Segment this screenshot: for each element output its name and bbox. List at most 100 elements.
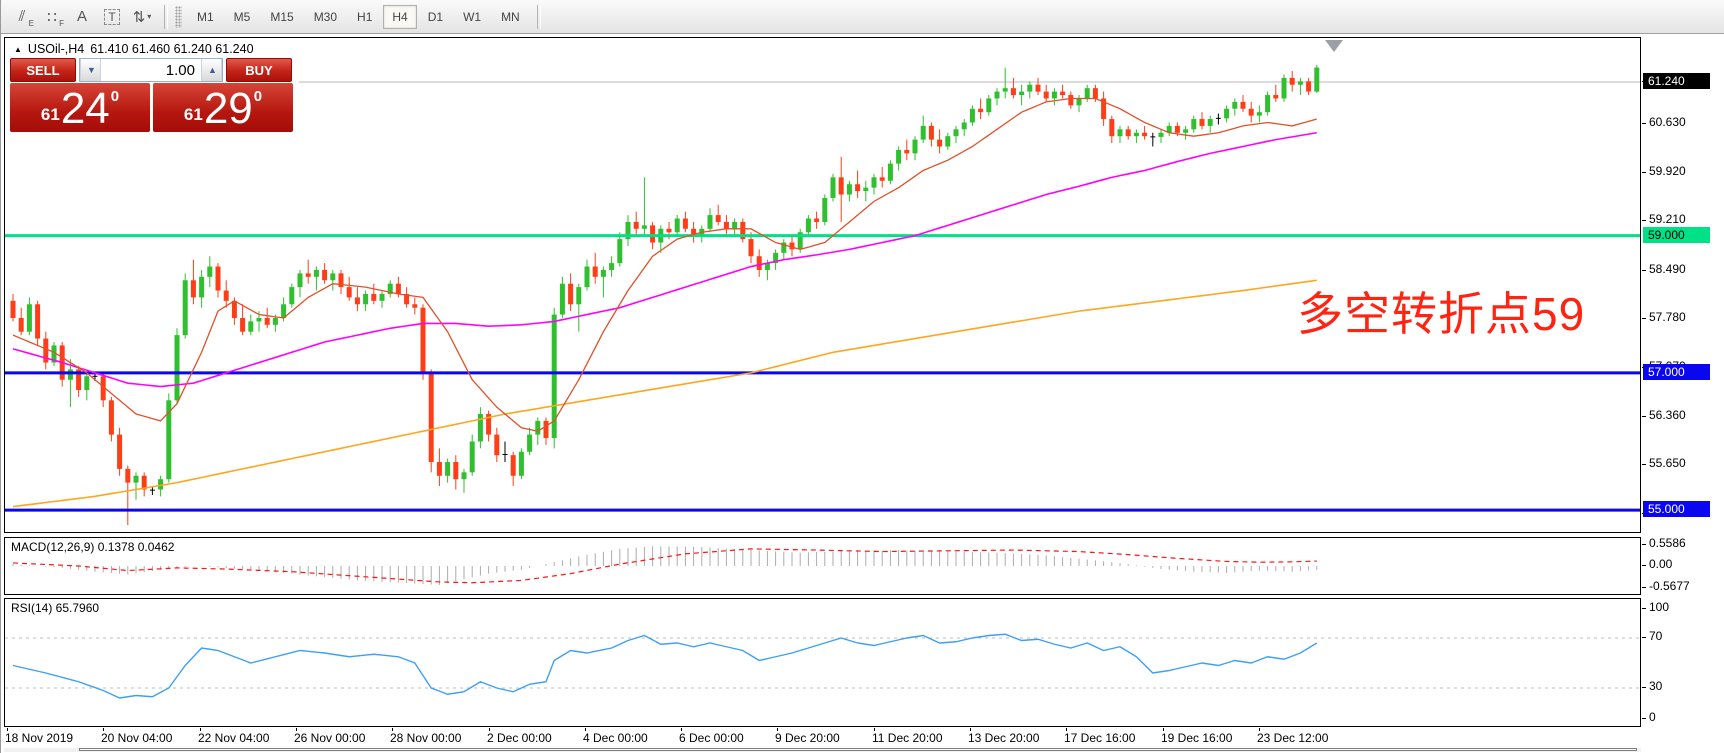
- rsi-tick-mark: [1642, 637, 1646, 638]
- sell-button[interactable]: SELL: [10, 58, 76, 82]
- timeframe-d1[interactable]: D1: [419, 5, 452, 29]
- timeframe-m5[interactable]: M5: [225, 5, 260, 29]
- timeframe-m15[interactable]: M15: [261, 5, 302, 29]
- volume-input[interactable]: [101, 59, 201, 81]
- arrow-objects-icon[interactable]: ⇅▾: [127, 4, 157, 30]
- rsi-tick-mark: [1642, 608, 1646, 609]
- macd-label: MACD(12,26,9) 0.1378 0.0462: [11, 540, 174, 554]
- buy-price-main: 29: [204, 86, 253, 132]
- price-tick-mark: [1642, 416, 1646, 417]
- price-tick-label: 60.630: [1649, 115, 1686, 129]
- toolbar-drag-handle[interactable]: [175, 6, 182, 28]
- toolbar-separator: [164, 5, 168, 29]
- chart-text-annotation: 多空转折点59: [1297, 278, 1585, 344]
- macd-indicator-panel[interactable]: MACD(12,26,9) 0.1378 0.0462: [4, 537, 1641, 595]
- chart-title: ▲ USOil-,H4 61.410 61.460 61.240 61.240: [14, 42, 254, 56]
- rsi-tick-mark: [1642, 687, 1646, 688]
- time-tick-label: 17 Dec 16:00: [1064, 731, 1135, 745]
- timeframe-m1[interactable]: M1: [188, 5, 223, 29]
- crosshair-draw-e-icon[interactable]: ⫽E: [7, 4, 37, 30]
- horizontal-scrollbar[interactable]: [4, 748, 1641, 752]
- price-tick-label: 56.360: [1649, 408, 1686, 422]
- buy-price-superscript: 0: [254, 88, 262, 105]
- time-tick-label: 22 Nov 04:00: [198, 731, 269, 745]
- volume-decrease-button[interactable]: ▼: [80, 59, 101, 81]
- sell-price-display[interactable]: 61240: [10, 83, 150, 132]
- buy-price-prefix: 61: [184, 105, 203, 125]
- price-tick-label: 58.490: [1649, 262, 1686, 276]
- rsi-tick-label: 30: [1649, 679, 1662, 693]
- price-tick-label: 59.920: [1649, 164, 1686, 178]
- hline-price-label: 55.000: [1643, 501, 1710, 517]
- price-tick-mark: [1642, 318, 1646, 319]
- rsi-chart-canvas[interactable]: [5, 599, 1640, 726]
- time-tick-label: 18 Nov 2019: [5, 731, 73, 745]
- macd-tick-mark: [1642, 544, 1646, 545]
- timeframe-toolbar: M1M5M15M30H1H4D1W1MN: [187, 5, 530, 29]
- ohlc-values-label: 61.410 61.460 61.240 61.240: [90, 42, 253, 56]
- current-price-label: 61.240: [1643, 73, 1710, 89]
- timeframe-h4[interactable]: H4: [383, 5, 416, 29]
- volume-increase-button[interactable]: ▲: [201, 59, 222, 81]
- time-tick-label: 28 Nov 00:00: [390, 731, 461, 745]
- chart-window: ▲ USOil-,H4 61.410 61.460 61.240 61.240 …: [1, 34, 1724, 753]
- rsi-tick-label: 100: [1649, 600, 1669, 614]
- price-tick-label: 57.780: [1649, 310, 1686, 324]
- one-click-trading-panel: SELL ▼ ▲ BUY 61240 61290: [10, 58, 296, 132]
- time-tick-label: 26 Nov 00:00: [294, 731, 365, 745]
- volume-stepper: ▼ ▲: [79, 58, 223, 82]
- buy-button[interactable]: BUY: [226, 58, 292, 82]
- macd-tick-label: 0.5586: [1649, 536, 1686, 550]
- timeframe-m30[interactable]: M30: [305, 5, 346, 29]
- macd-signal-line: [13, 549, 1317, 583]
- price-tick-mark: [1642, 123, 1646, 124]
- timeframe-mn[interactable]: MN: [492, 5, 529, 29]
- price-tick-mark: [1642, 464, 1646, 465]
- text-label-icon[interactable]: A: [67, 4, 97, 30]
- price-tick-label: 59.210: [1649, 212, 1686, 226]
- rsi-label: RSI(14) 65.7960: [11, 601, 99, 615]
- ma-slow-line: [13, 280, 1317, 506]
- price-axis[interactable]: 61.240 60.630 59.920 59.210 58.490 57.780 57.0…: [1642, 37, 1724, 727]
- price-tick-mark: [1642, 220, 1646, 221]
- time-tick-label: 11 Dec 20:00: [872, 731, 943, 745]
- trading-terminal-window: ⫽E∷FAT⇅▾ M1M5M15M30H1H4D1W1MN ▲ USOil-,H…: [0, 0, 1724, 753]
- price-chart-panel[interactable]: ▲ USOil-,H4 61.410 61.460 61.240 61.240 …: [4, 37, 1641, 533]
- ma-mid-line: [13, 133, 1317, 387]
- macd-chart-canvas[interactable]: [5, 538, 1640, 594]
- time-tick-label: 20 Nov 04:00: [101, 731, 172, 745]
- price-tick-mark: [1642, 172, 1646, 173]
- sell-price-main: 24: [61, 86, 110, 132]
- time-tick-label: 13 Dec 20:00: [968, 731, 1039, 745]
- rsi-tick-label: 70: [1649, 629, 1662, 643]
- macd-tick-mark: [1642, 565, 1646, 566]
- scrollbar-thumb[interactable]: [79, 748, 1637, 751]
- time-tick-label: 19 Dec 16:00: [1161, 731, 1232, 745]
- sell-price-prefix: 61: [41, 105, 60, 125]
- rsi-tick-mark: [1642, 718, 1646, 719]
- time-tick-label: 6 Dec 00:00: [679, 731, 744, 745]
- time-tick-label: 23 Dec 12:00: [1257, 731, 1328, 745]
- timeframe-h1[interactable]: H1: [348, 5, 381, 29]
- time-tick-label: 2 Dec 00:00: [487, 731, 552, 745]
- collapse-panel-icon[interactable]: ▲: [14, 45, 22, 54]
- hline-price-label: 57.000: [1643, 364, 1710, 380]
- hline-price-label: 59.000: [1643, 227, 1710, 243]
- scroll-to-end-marker-icon[interactable]: [1325, 40, 1343, 52]
- rsi-tick-label: 0: [1649, 710, 1656, 724]
- toolbar: ⫽E∷FAT⇅▾ M1M5M15M30H1H4D1W1MN: [1, 0, 1724, 34]
- buy-price-display[interactable]: 61290: [153, 83, 293, 132]
- drawing-tools-group: ⫽E∷FAT⇅▾: [7, 4, 157, 30]
- price-tick-label: 55.650: [1649, 456, 1686, 470]
- rsi-indicator-panel[interactable]: RSI(14) 65.7960: [4, 598, 1641, 727]
- price-tick-mark: [1642, 270, 1646, 271]
- macd-tick-label: 0.00: [1649, 557, 1672, 571]
- time-tick-label: 4 Dec 00:00: [583, 731, 648, 745]
- toolbar-separator: [537, 5, 541, 29]
- text-box-icon[interactable]: T: [97, 4, 127, 30]
- timeframe-w1[interactable]: W1: [454, 5, 490, 29]
- macd-tick-label: -0.5677: [1649, 579, 1690, 593]
- symbol-period-label: USOil-,H4: [28, 42, 84, 56]
- fibonacci-grid-f-icon[interactable]: ∷F: [37, 4, 67, 30]
- ma-fast-line: [13, 98, 1317, 431]
